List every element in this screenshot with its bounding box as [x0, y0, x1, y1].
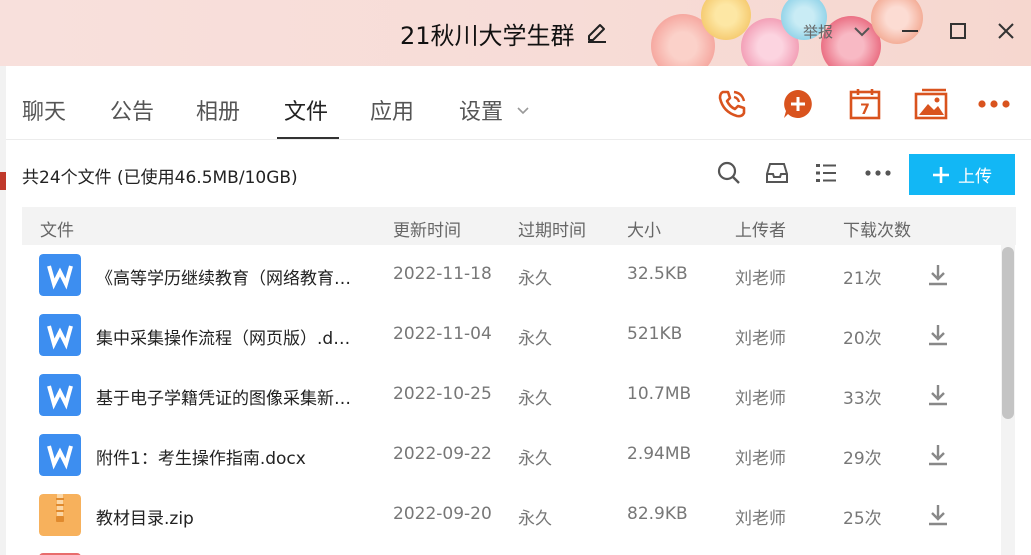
- file-downloads: 25次: [843, 509, 882, 529]
- file-downloads: 21次: [843, 269, 882, 289]
- album-icon[interactable]: [913, 86, 949, 122]
- download-icon[interactable]: [925, 442, 951, 468]
- maximize-button[interactable]: [945, 18, 971, 44]
- tab-files[interactable]: 文件: [284, 94, 328, 126]
- file-uploader: 刘老师: [735, 389, 786, 409]
- download-icon[interactable]: [925, 322, 951, 348]
- download-icon[interactable]: [925, 502, 951, 528]
- report-button[interactable]: 举报: [803, 21, 833, 42]
- plus-icon: [933, 166, 949, 183]
- storage-summary: 共24个文件 (已使用46.5MB/10GB): [22, 168, 298, 188]
- edit-icon[interactable]: [585, 21, 609, 45]
- title-bar: 21秋川大学生群 举报: [0, 0, 1031, 66]
- file-size: 521KB: [627, 324, 683, 344]
- upload-label: 上传: [958, 167, 992, 186]
- file-uploader: 刘老师: [735, 329, 786, 349]
- file-row[interactable]: 附件1：考生操作指南.docx 2022-09-22 永久 2.94MB 刘老师 29次: [22, 425, 998, 485]
- file-name[interactable]: 基于电子学籍凭证的图像采集新…: [96, 384, 351, 409]
- file-uploader: 刘老师: [735, 509, 786, 529]
- file-name[interactable]: 附件1：考生操作指南.docx: [96, 444, 306, 469]
- file-expires: 永久: [518, 449, 552, 469]
- active-tab-indicator: [277, 137, 339, 139]
- file-row[interactable]: 《高等学历继续教育（网络教育… 2022-11-18 永久 32.5KB 刘老师 21次: [22, 245, 998, 305]
- minimize-button[interactable]: [897, 18, 923, 44]
- column-expires[interactable]: 过期时间: [518, 216, 586, 241]
- file-uploader: 刘老师: [735, 449, 786, 469]
- list-view-icon[interactable]: [811, 158, 841, 188]
- file-name[interactable]: 集中采集操作流程（网页版）.d…: [96, 324, 350, 349]
- column-uploader[interactable]: 上传者: [735, 216, 786, 241]
- word-file-icon: [39, 374, 81, 416]
- search-icon[interactable]: [714, 158, 744, 188]
- file-name[interactable]: 教材目录.zip: [96, 504, 194, 529]
- word-file-icon: [39, 434, 81, 476]
- file-row[interactable]: 基于电子学籍凭证的图像采集新… 2022-10-25 永久 10.7MB 刘老师 33次: [22, 365, 998, 425]
- tab-apps[interactable]: 应用: [370, 94, 414, 126]
- column-updated[interactable]: 更新时间: [393, 216, 461, 241]
- file-downloads: 20次: [843, 329, 882, 349]
- tab-settings-label: 设置: [459, 100, 504, 125]
- file-expires: 永久: [518, 269, 552, 289]
- phone-call-icon[interactable]: [714, 86, 750, 122]
- more-icon[interactable]: [976, 86, 1012, 122]
- chevron-down-icon: [517, 107, 529, 115]
- file-updated: 2022-09-20: [393, 504, 492, 524]
- file-updated: 2022-11-04: [393, 324, 492, 344]
- file-table-header: 文件 更新时间 过期时间 大小 上传者 下载次数: [22, 207, 1016, 245]
- close-button[interactable]: [993, 18, 1019, 44]
- tab-announcement[interactable]: 公告: [110, 94, 154, 126]
- scrollbar-thumb[interactable]: [1002, 247, 1014, 419]
- group-title: 21秋川大学生群: [400, 21, 575, 50]
- column-downloads[interactable]: 下载次数: [843, 216, 911, 241]
- file-updated: 2022-11-18: [393, 264, 492, 284]
- file-size: 2.94MB: [627, 444, 692, 464]
- file-expires: 永久: [518, 509, 552, 529]
- file-size: 82.9KB: [627, 504, 688, 524]
- column-size[interactable]: 大小: [627, 216, 661, 241]
- tab-settings[interactable]: 设置: [459, 94, 530, 126]
- tab-bar: 聊天 公告 相册 文件 应用 设置 7: [6, 66, 1031, 140]
- file-row[interactable]: 集中采集操作流程（网页版）.d… 2022-11-04 永久 521KB 刘老师 20次: [22, 305, 998, 365]
- add-chat-icon[interactable]: [780, 86, 816, 122]
- tab-chat[interactable]: 聊天: [22, 94, 66, 126]
- file-updated: 2022-10-25: [393, 384, 492, 404]
- download-icon[interactable]: [925, 382, 951, 408]
- file-size: 10.7MB: [627, 384, 692, 404]
- upload-button[interactable]: 上传: [909, 154, 1015, 195]
- download-icon[interactable]: [925, 262, 951, 288]
- inbox-icon[interactable]: [762, 158, 792, 188]
- calendar-icon[interactable]: 7: [847, 86, 883, 122]
- file-expires: 永久: [518, 329, 552, 349]
- file-name[interactable]: 《高等学历继续教育（网络教育…: [96, 264, 351, 289]
- file-size: 32.5KB: [627, 264, 688, 284]
- word-file-icon: [39, 254, 81, 296]
- tab-album[interactable]: 相册: [196, 94, 240, 126]
- more-options-icon[interactable]: [863, 158, 893, 188]
- zip-file-icon: [39, 494, 81, 536]
- word-file-icon: [39, 314, 81, 356]
- file-uploader: 刘老师: [735, 269, 786, 289]
- column-file[interactable]: 文件: [40, 216, 74, 241]
- background-red-mark: [0, 172, 6, 190]
- file-downloads: 33次: [843, 389, 882, 409]
- file-row[interactable]: 教材目录.zip 2022-09-20 永久 82.9KB 刘老师 25次: [22, 485, 998, 545]
- file-updated: 2022-09-22: [393, 444, 492, 464]
- file-downloads: 29次: [843, 449, 882, 469]
- file-expires: 永久: [518, 389, 552, 409]
- chevron-down-icon[interactable]: [849, 18, 875, 44]
- calendar-day: 7: [860, 102, 870, 118]
